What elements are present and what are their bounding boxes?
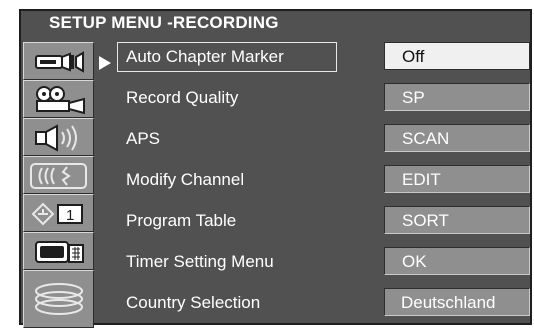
film-projector-icon: [36, 86, 85, 115]
sidebar-item-timer[interactable]: 1: [23, 194, 94, 232]
setting-label: Auto Chapter Marker: [117, 42, 337, 72]
sidebar-item-audio[interactable]: [23, 118, 94, 156]
setting-label: Record Quality: [126, 88, 239, 107]
sidebar-item-tuner[interactable]: [23, 156, 94, 194]
setting-row-auto-chapter-marker[interactable]: Auto Chapter Marker Off: [117, 42, 532, 78]
tv-monitor-icon: [35, 241, 84, 263]
speaker-icon: [35, 124, 77, 152]
setting-value[interactable]: Deutschland: [384, 288, 530, 316]
sidebar: 1: [23, 42, 94, 328]
setting-value[interactable]: SORT: [384, 206, 530, 234]
setting-value[interactable]: EDIT: [384, 165, 530, 193]
sidebar-item-projector[interactable]: [23, 80, 94, 118]
channel-number: 1: [66, 207, 74, 224]
setting-row-record-quality[interactable]: Record Quality SP: [117, 83, 532, 119]
setting-row-program-table[interactable]: Program Table SORT: [117, 206, 532, 242]
setting-value[interactable]: Off: [384, 42, 530, 70]
setting-value[interactable]: OK: [384, 247, 530, 275]
setting-value[interactable]: SP: [384, 83, 530, 111]
sidebar-item-recording[interactable]: [23, 42, 94, 80]
setting-row-aps[interactable]: APS SCAN: [117, 124, 532, 160]
radio-waves-icon: [30, 163, 87, 189]
setting-label: APS: [126, 129, 161, 148]
setting-label: Country Selection: [126, 293, 261, 312]
selection-arrow-icon: [99, 56, 111, 70]
sidebar-item-disc[interactable]: [23, 270, 94, 328]
menu-title: SETUP MENU -RECORDING: [49, 13, 279, 32]
settings-list: Auto Chapter Marker Off Record Quality S…: [117, 42, 532, 327]
camcorder-icon: [35, 51, 84, 73]
setting-row-modify-channel[interactable]: Modify Channel EDIT: [117, 165, 532, 201]
disc-stack-icon: [35, 283, 83, 315]
setting-row-country-selection[interactable]: Country Selection Deutschland: [117, 288, 532, 324]
setting-value[interactable]: SCAN: [384, 124, 530, 152]
setting-label: Timer Setting Menu: [126, 252, 274, 271]
setting-label: Program Table: [126, 211, 237, 230]
setting-row-timer-setting-menu[interactable]: Timer Setting Menu OK: [117, 247, 532, 283]
setting-label: Modify Channel: [126, 170, 245, 189]
clock-channel-icon: 1: [31, 202, 83, 226]
sidebar-item-display[interactable]: [23, 232, 94, 270]
setup-menu-screen: SETUP MENU -RECORDING 1 Auto Chapter Mar…: [19, 9, 532, 328]
